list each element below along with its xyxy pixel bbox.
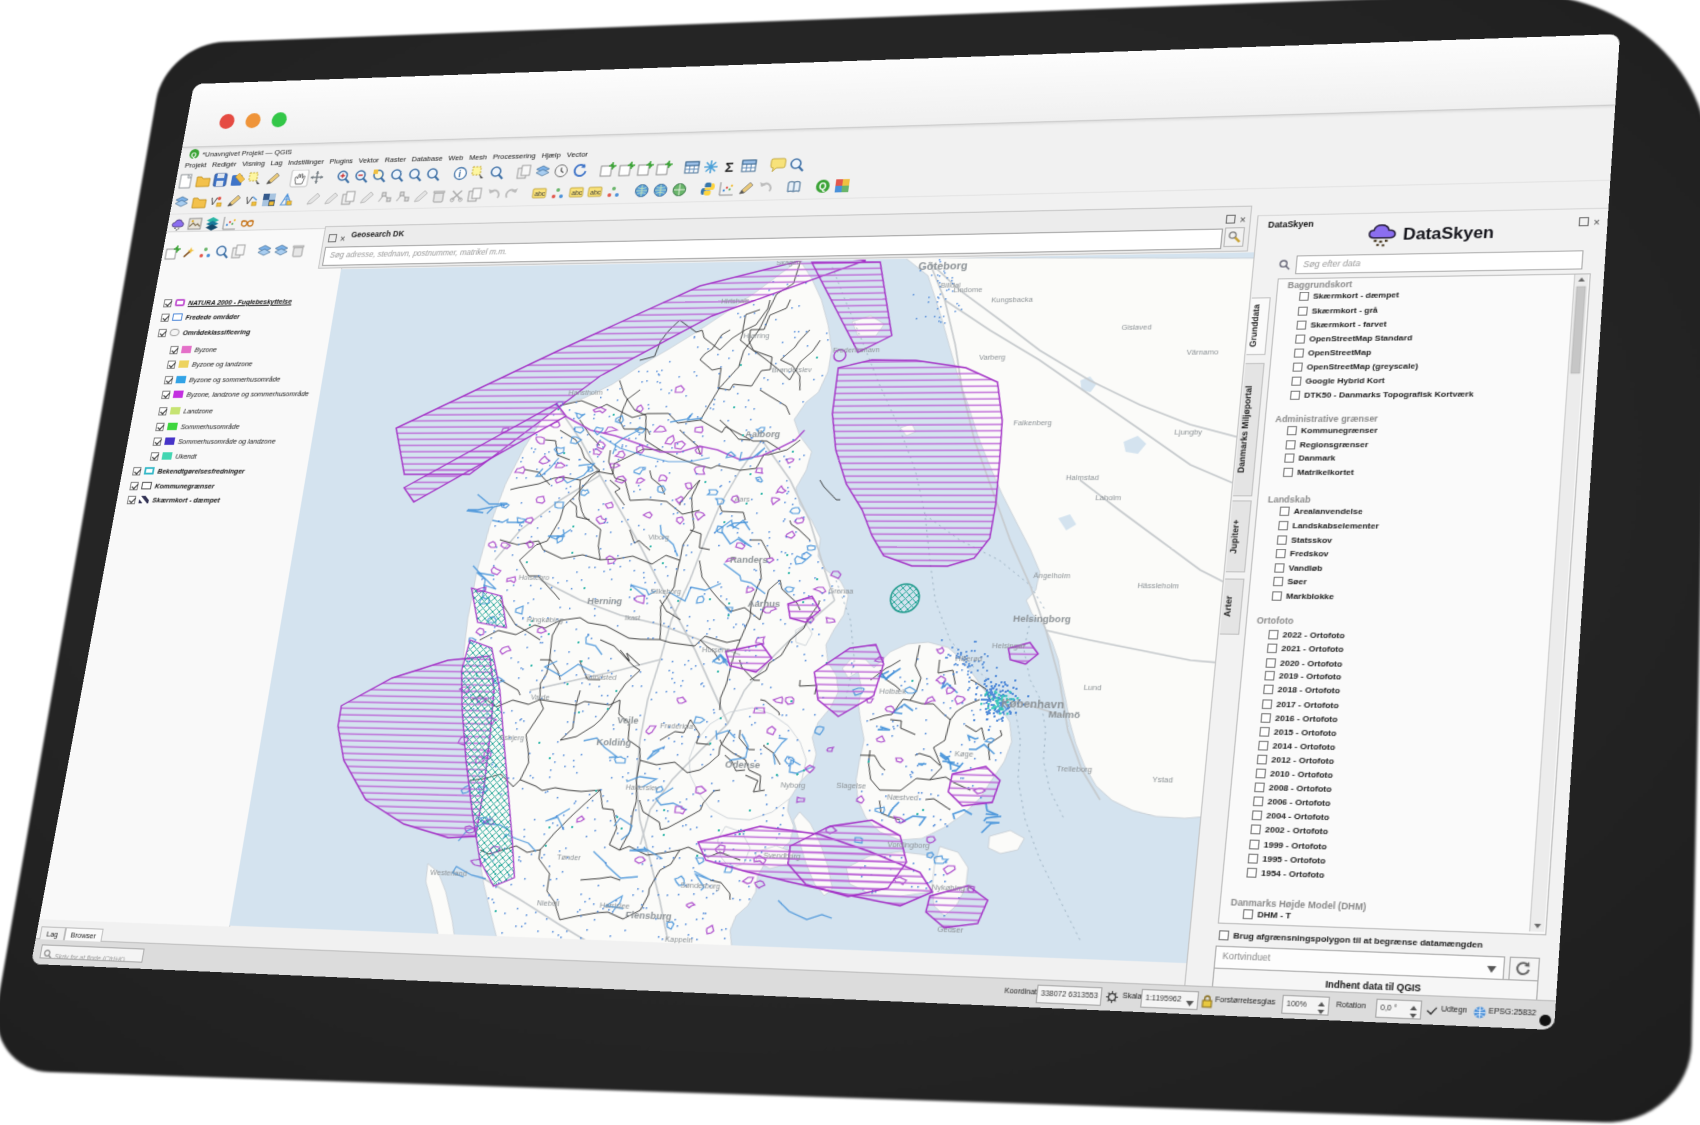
svg-text:Westerland: Westerland	[430, 869, 468, 879]
svg-text:Næstved: Næstved	[887, 794, 920, 803]
svg-text:Fredericia: Fredericia	[660, 722, 695, 731]
svg-text:abc: abc	[534, 192, 545, 199]
svg-text:Haderslev: Haderslev	[625, 784, 661, 793]
svg-text:Vejle: Vejle	[617, 715, 640, 726]
svg-text:Holstebro: Holstebro	[518, 574, 550, 582]
svg-text:Flensburg: Flensburg	[625, 910, 673, 923]
svg-text:Kolding: Kolding	[596, 737, 632, 748]
svg-text:Aars: Aars	[734, 496, 750, 504]
svg-text:Hirtshals: Hirtshals	[720, 298, 749, 306]
svg-text:Slagelse: Slagelse	[836, 782, 867, 791]
svg-text:Σ: Σ	[724, 159, 735, 175]
svg-text:Aarhus: Aarhus	[747, 599, 781, 610]
svg-text:Ystad: Ystad	[1152, 776, 1174, 785]
svg-text:Malmö: Malmö	[1048, 709, 1081, 721]
svg-text:Odense: Odense	[724, 759, 761, 771]
svg-text:Hässleholm: Hässleholm	[1137, 582, 1179, 591]
svg-text:Trelleborg: Trelleborg	[1056, 765, 1093, 774]
svg-text:Hillerød: Hillerød	[955, 655, 983, 664]
svg-text:Kungsbacka: Kungsbacka	[991, 296, 1034, 304]
svg-text:Halmstad: Halmstad	[1065, 474, 1099, 482]
svg-text:abc: abc	[590, 190, 601, 197]
svg-text:Varde: Varde	[530, 694, 550, 702]
svg-text:Brønderslev: Brønderslev	[771, 366, 812, 374]
svg-text:Holbæk: Holbæk	[879, 688, 907, 697]
svg-text:Viborg: Viborg	[648, 534, 671, 542]
svg-text:Esbjerg: Esbjerg	[499, 734, 525, 743]
svg-text:Skagen: Skagen	[776, 259, 802, 267]
svg-text:Nykøbing F: Nykøbing F	[931, 884, 972, 894]
svg-text:Tønder: Tønder	[556, 854, 582, 863]
svg-text:Ljungby: Ljungby	[1174, 429, 1203, 437]
svg-text:Värnamo: Värnamo	[1186, 349, 1219, 357]
svg-text:Herning: Herning	[587, 596, 623, 607]
svg-text:Sønderborg: Sønderborg	[680, 881, 722, 891]
svg-text:Horsens: Horsens	[701, 646, 730, 655]
svg-text:Helsingør: Helsingør	[991, 642, 1026, 651]
svg-text:Kappeln: Kappeln	[664, 936, 693, 946]
svg-text:Ikast: Ikast	[624, 614, 641, 622]
svg-text:Svendborg: Svendborg	[763, 852, 802, 862]
svg-text:Hjørring: Hjørring	[743, 332, 770, 340]
svg-text:Lindome: Lindome	[953, 286, 983, 294]
svg-text:Hanstholm: Hanstholm	[568, 389, 603, 397]
svg-text:Silkeborg: Silkeborg	[650, 588, 682, 596]
svg-text:Køge: Køge	[954, 750, 974, 759]
svg-text:Niebüll: Niebüll	[536, 899, 560, 908]
svg-text:Gedser: Gedser	[937, 926, 965, 936]
svg-text:Helsingborg: Helsingborg	[1013, 613, 1072, 624]
svg-text:Grenaa: Grenaa	[828, 588, 855, 596]
svg-text:Grindsted: Grindsted	[584, 674, 617, 683]
svg-text:Laholm: Laholm	[1095, 494, 1122, 502]
svg-text:Ängelholm: Ängelholm	[1033, 571, 1071, 581]
svg-text:Lund: Lund	[1083, 684, 1102, 693]
svg-text:Frederikshavn: Frederikshavn	[832, 346, 880, 354]
svg-text:Falkenberg: Falkenberg	[1013, 419, 1053, 427]
svg-text:Randers: Randers	[729, 555, 768, 566]
svg-text:abc: abc	[571, 191, 582, 198]
svg-text:Aalborg: Aalborg	[744, 429, 780, 439]
svg-text:Ringkøbing: Ringkøbing	[526, 616, 564, 624]
svg-text:Gislaved: Gislaved	[1121, 324, 1152, 332]
svg-text:Varberg: Varberg	[979, 354, 1007, 362]
svg-text:Vordingborg: Vordingborg	[887, 841, 931, 851]
svg-text:Göteborg: Göteborg	[918, 260, 969, 273]
svg-text:Nyborg: Nyborg	[780, 781, 806, 790]
